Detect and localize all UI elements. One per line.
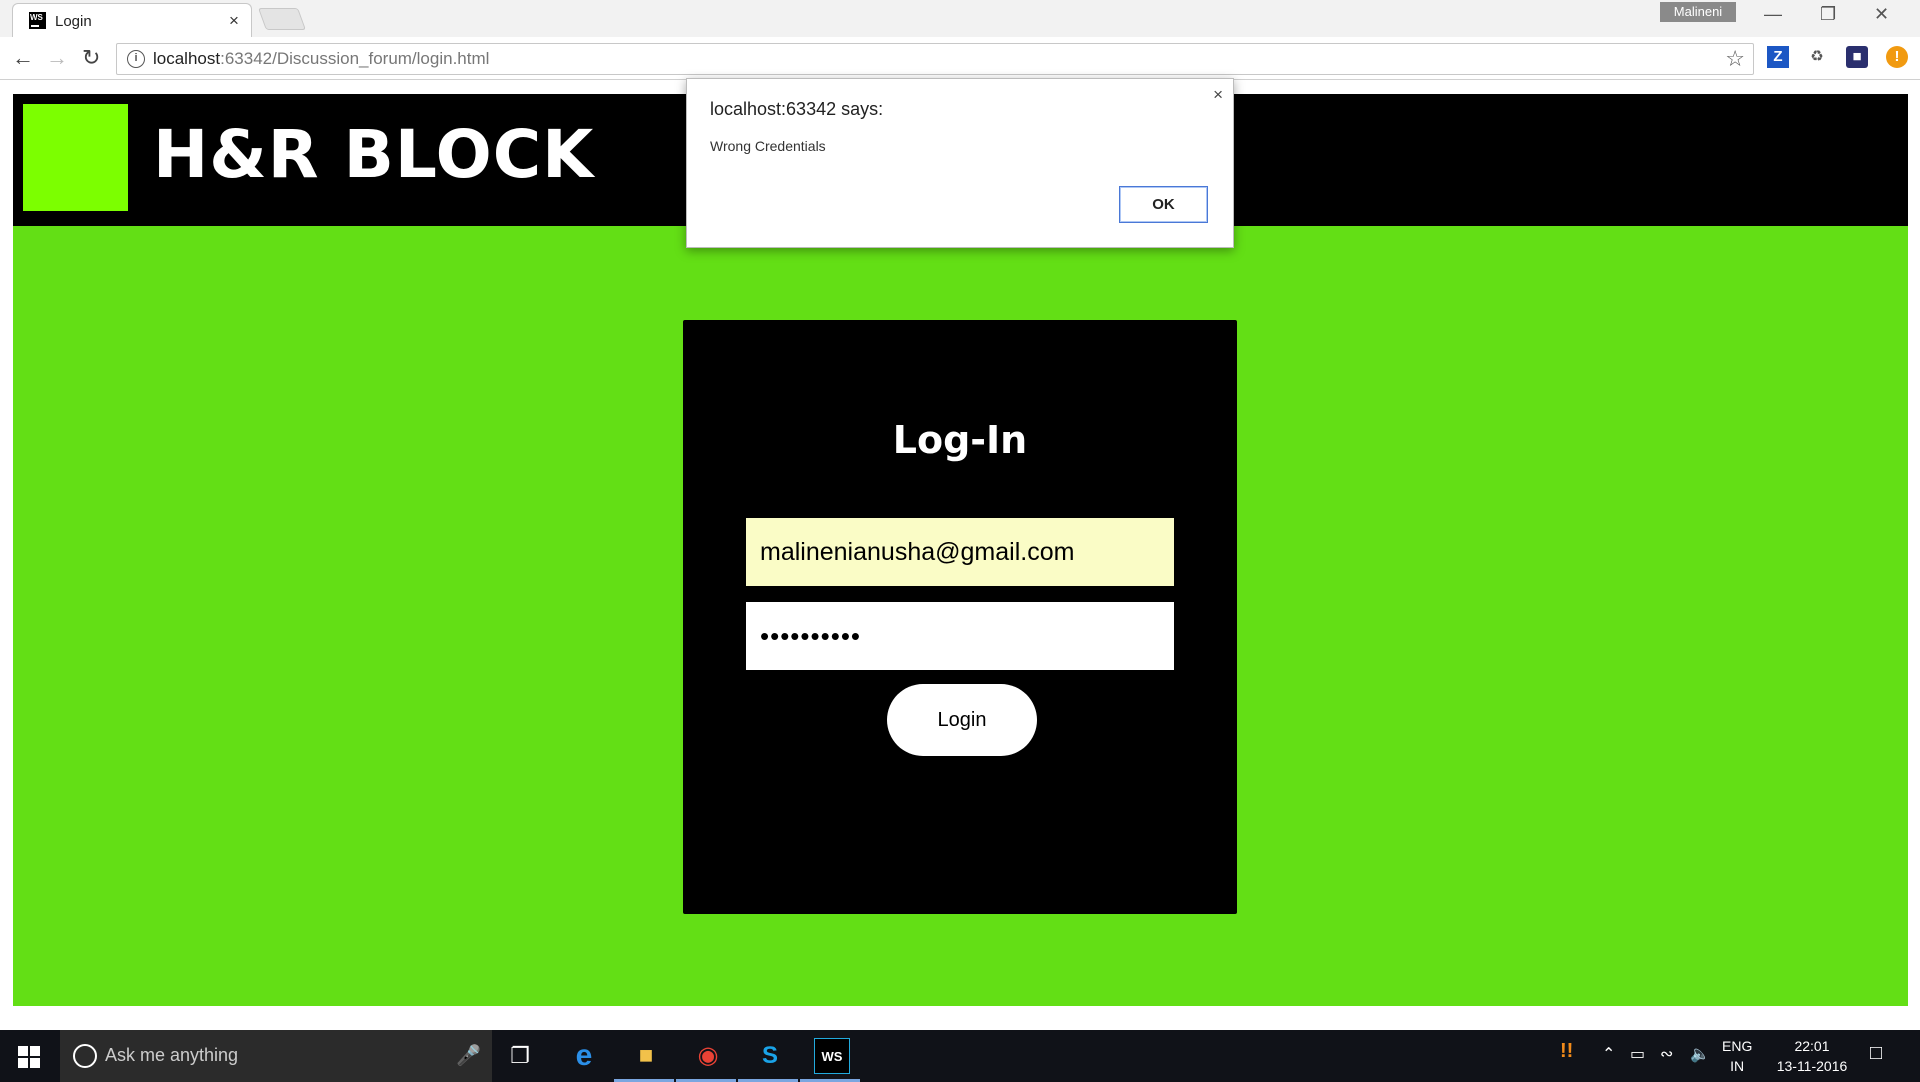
tab-close-icon[interactable]: × xyxy=(229,11,239,31)
restore-icon[interactable]: ❐ xyxy=(1820,4,1836,25)
action-center-icon[interactable]: □ xyxy=(1870,1042,1882,1065)
clock-time: 22:01 xyxy=(1794,1038,1830,1054)
alert-dialog: localhost:63342 says: × Wrong Credential… xyxy=(686,78,1234,248)
region-code: IN xyxy=(1730,1058,1745,1074)
language-code: ENG xyxy=(1722,1038,1753,1054)
show-hidden-icons-icon[interactable]: ⌃ xyxy=(1602,1044,1615,1064)
window-close-icon[interactable]: ✕ xyxy=(1874,4,1889,25)
file-explorer-icon[interactable]: ■ xyxy=(628,1038,664,1074)
task-view-icon[interactable]: ❐ xyxy=(502,1038,538,1074)
cortana-search-box[interactable]: Ask me anything 🎤 xyxy=(60,1030,492,1082)
notification-badge-icon[interactable]: !! xyxy=(1560,1040,1573,1063)
windows-taskbar: Ask me anything 🎤 ❐ e ■ ◉ S WS !! ⌃ ▭ ∾ … xyxy=(0,1030,1920,1082)
recycle-extension-icon[interactable]: ♻ xyxy=(1806,46,1828,68)
clock[interactable]: 22:01 13-11-2016 xyxy=(1762,1036,1862,1076)
windows-start-icon[interactable] xyxy=(18,1046,40,1068)
password-input[interactable] xyxy=(746,602,1174,670)
brand-name: H&R BLOCK xyxy=(153,116,595,193)
forward-arrow-icon[interactable]: → xyxy=(46,45,68,71)
wifi-icon[interactable]: ∾ xyxy=(1660,1044,1673,1064)
alert-message: Wrong Credentials xyxy=(710,138,826,154)
bookmark-star-icon[interactable]: ☆ xyxy=(1725,46,1745,72)
reload-icon[interactable]: ↻ xyxy=(82,45,100,71)
webstorm-taskbar-icon[interactable]: WS xyxy=(814,1038,850,1074)
tab-title: Login xyxy=(55,13,92,30)
cortana-icon xyxy=(73,1044,97,1068)
search-placeholder: Ask me anything xyxy=(105,1045,239,1065)
login-card: Log-In Login xyxy=(683,320,1237,914)
login-title: Log-In xyxy=(892,418,1028,462)
brand-logo-square xyxy=(23,104,128,211)
new-tab-button[interactable] xyxy=(257,8,307,30)
clock-date: 13-11-2016 xyxy=(1776,1058,1848,1074)
language-indicator[interactable]: ENG IN xyxy=(1722,1036,1752,1076)
chrome-browser-icon[interactable]: ◉ xyxy=(690,1038,726,1074)
alert-close-icon[interactable]: × xyxy=(1213,85,1223,105)
skype-icon[interactable]: S xyxy=(752,1038,788,1074)
email-input[interactable] xyxy=(746,518,1174,586)
alert-extension-icon[interactable]: ! xyxy=(1886,46,1908,68)
battery-icon[interactable]: ▭ xyxy=(1630,1044,1645,1064)
volume-icon[interactable]: 🔈 xyxy=(1690,1044,1710,1064)
url-host: localhost xyxy=(153,49,221,68)
browser-tab-strip: WS Login × Malineni — ❐ ✕ xyxy=(0,0,1920,37)
url-path: :63342/Discussion_forum/login.html xyxy=(220,49,490,68)
browser-toolbar: ← → ↻ i localhost:63342/Discussion_forum… xyxy=(0,37,1920,80)
profile-badge[interactable]: Malineni xyxy=(1660,2,1736,22)
minimize-icon[interactable]: — xyxy=(1764,4,1782,25)
address-bar[interactable]: i localhost:63342/Discussion_forum/login… xyxy=(116,43,1754,75)
url-text: localhost:63342/Discussion_forum/login.h… xyxy=(153,49,489,69)
alert-ok-button[interactable]: OK xyxy=(1119,186,1208,223)
alert-title: localhost:63342 says: xyxy=(710,99,884,119)
site-info-icon[interactable]: i xyxy=(127,50,145,68)
microphone-icon[interactable]: 🎤 xyxy=(456,1043,481,1068)
edge-browser-icon[interactable]: e xyxy=(566,1038,602,1074)
browser-tab[interactable]: WS Login × xyxy=(12,3,252,37)
zotero-extension-icon[interactable]: Z xyxy=(1767,46,1789,68)
dark-extension-icon[interactable]: ■ xyxy=(1846,46,1868,68)
back-arrow-icon[interactable]: ← xyxy=(12,45,34,71)
webstorm-favicon-icon: WS xyxy=(29,12,46,29)
login-button[interactable]: Login xyxy=(887,684,1037,756)
